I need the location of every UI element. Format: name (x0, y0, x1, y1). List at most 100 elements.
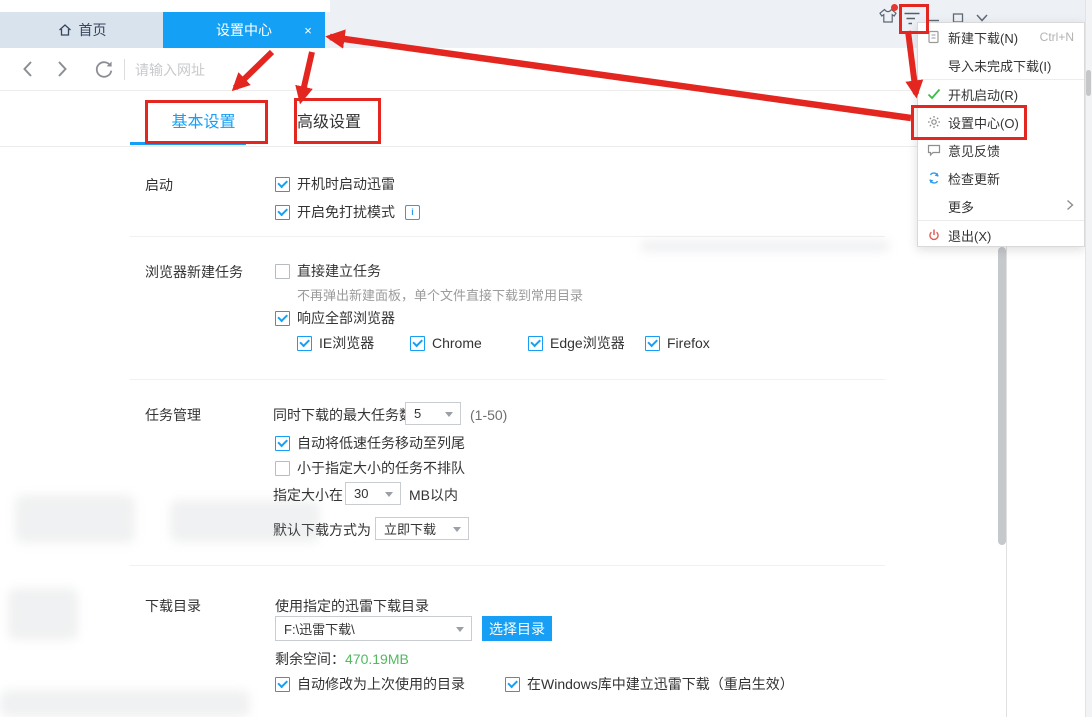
check-icon (926, 87, 941, 102)
option-move-slow-tasks[interactable]: 自动将低速任务移动至列尾 (275, 434, 465, 452)
window-scrollbar-track[interactable] (1085, 0, 1092, 717)
option-label: 开启免打扰模式 (297, 202, 395, 222)
home-icon (57, 22, 73, 38)
checkbox[interactable] (297, 336, 312, 351)
menu-item-more[interactable]: 更多 (918, 192, 1084, 220)
field-label: 同时下载的最大任务数 (273, 405, 413, 425)
checkbox[interactable] (275, 677, 290, 692)
size-limit-unit: MB以内 (409, 486, 458, 504)
tab-close-icon[interactable]: × (299, 21, 317, 39)
checkbox[interactable] (275, 311, 290, 326)
max-tasks-label: 同时下载的最大任务数 (273, 406, 413, 424)
menu-item-new-download[interactable]: 新建下载(N) Ctrl+N (918, 23, 1084, 51)
section-label-tasks: 任务管理 (145, 405, 201, 425)
menu-item-label: 新建下载(N) (948, 28, 1018, 47)
option-direct-task[interactable]: 直接建立任务 (275, 262, 381, 280)
info-icon[interactable]: i (405, 205, 420, 220)
annotation-box-advanced-tab (294, 98, 381, 144)
empty-icon-slot (926, 199, 941, 214)
annotation-box-basic-tab (145, 100, 268, 144)
checkbox[interactable] (275, 177, 290, 192)
checkbox[interactable] (275, 436, 290, 451)
checkbox[interactable] (528, 336, 543, 351)
size-limit-dropdown[interactable]: 30 (345, 482, 401, 505)
option-browser-edge[interactable]: Edge浏览器 (528, 334, 625, 352)
option-browser-chrome[interactable]: Chrome (410, 334, 482, 352)
dropdown-value: 30 (354, 486, 368, 501)
checkbox[interactable] (645, 336, 660, 351)
menu-item-label: 更多 (948, 197, 974, 216)
menu-item-autostart[interactable]: 开机启动(R) (918, 80, 1084, 108)
forward-icon[interactable] (55, 60, 69, 83)
checkbox[interactable] (410, 336, 425, 351)
section-label-startup: 启动 (145, 175, 173, 195)
menu-item-label: 退出(X) (948, 226, 991, 245)
free-space-row: 剩余空间： 470.19MB (275, 650, 409, 668)
option-browser-firefox[interactable]: Firefox (645, 334, 710, 352)
window-scrollbar-thumb[interactable] (1086, 70, 1091, 96)
menu-item-label: 检查更新 (948, 169, 1000, 188)
section-divider (130, 379, 885, 380)
annotation-box-menu-icon (899, 4, 929, 34)
field-label: MB以内 (409, 485, 458, 505)
url-input[interactable] (133, 57, 557, 83)
section-label-browser: 浏览器新建任务 (145, 262, 243, 282)
option-label: 自动将低速任务移动至列尾 (297, 433, 465, 453)
option-label: 小于指定大小的任务不排队 (297, 458, 465, 478)
menu-item-exit[interactable]: 退出(X) (918, 221, 1084, 249)
menu-item-check-update[interactable]: 检查更新 (918, 164, 1084, 192)
free-space-label: 剩余空间： (275, 649, 345, 669)
nav-divider (124, 59, 125, 80)
checkbox[interactable] (275, 264, 290, 279)
watermark-blob (640, 240, 890, 252)
max-tasks-range: (1-50) (470, 406, 507, 424)
tab-settings-center[interactable]: 设置中心 × (163, 12, 325, 48)
dropdown-value: 5 (414, 406, 421, 421)
power-icon (926, 228, 941, 243)
use-directory-label: 使用指定的迅雷下载目录 (275, 596, 429, 616)
titlebar-top-strip (0, 0, 330, 12)
option-label: IE浏览器 (319, 333, 374, 353)
menu-item-label: 导入未完成下载(I) (948, 56, 1051, 75)
annotation-box-settings-menu-item (911, 105, 1027, 140)
section-divider (130, 565, 885, 566)
refresh-icon[interactable] (93, 58, 115, 85)
checkbox[interactable] (505, 677, 520, 692)
option-windows-library[interactable]: 在Windows库中建立迅雷下载（重启生效） (505, 675, 794, 693)
option-small-no-queue[interactable]: 小于指定大小的任务不排队 (275, 459, 465, 477)
range-hint: (1-50) (470, 407, 507, 423)
menu-item-feedback[interactable]: 意见反馈 (918, 136, 1084, 164)
back-icon[interactable] (21, 60, 35, 83)
tab-home-label: 首页 (79, 20, 107, 40)
tab-home[interactable]: 首页 (0, 12, 163, 48)
download-path-dropdown[interactable]: F:\迅雷下载\ (275, 616, 472, 641)
watermark-blob (8, 588, 78, 640)
option-use-last-directory[interactable]: 自动修改为上次使用的目录 (275, 675, 465, 693)
option-dnd-mode[interactable]: 开启免打扰模式 i (275, 203, 420, 221)
content-scrollbar-thumb[interactable] (998, 247, 1006, 545)
menu-item-label: 意见反馈 (948, 141, 1000, 160)
checkbox[interactable] (275, 461, 290, 476)
option-respond-all-browsers[interactable]: 响应全部浏览器 (275, 309, 395, 327)
checkbox[interactable] (275, 205, 290, 220)
option-label: Chrome (432, 335, 482, 351)
option-label: 开机时启动迅雷 (297, 174, 395, 194)
default-mode-dropdown[interactable]: 立即下载 (375, 517, 469, 540)
empty-icon-slot (926, 58, 941, 73)
option-browser-ie[interactable]: IE浏览器 (297, 334, 374, 352)
option-label: 直接建立任务 (297, 261, 381, 281)
watermark-blob (0, 690, 250, 717)
watermark-blob (15, 495, 135, 543)
option-autostart[interactable]: 开机时启动迅雷 (275, 175, 395, 193)
option-label: Firefox (667, 335, 710, 351)
max-tasks-dropdown[interactable]: 5 (405, 402, 461, 425)
option-label: 自动修改为上次使用的目录 (297, 674, 465, 694)
section-label-directory: 下载目录 (145, 596, 201, 616)
option-label: 在Windows库中建立迅雷下载（重启生效） (527, 674, 794, 694)
menu-item-import-unfinished[interactable]: 导入未完成下载(I) (918, 51, 1084, 79)
dropdown-value: F:\迅雷下载\ (284, 619, 355, 638)
refresh-icon (926, 171, 941, 186)
dropdown-value: 立即下载 (384, 519, 436, 538)
thunder-app-window: 首页 设置中心 × 基本设置 高级设置 (0, 0, 1092, 717)
choose-directory-button[interactable]: 选择目录 (482, 616, 552, 641)
